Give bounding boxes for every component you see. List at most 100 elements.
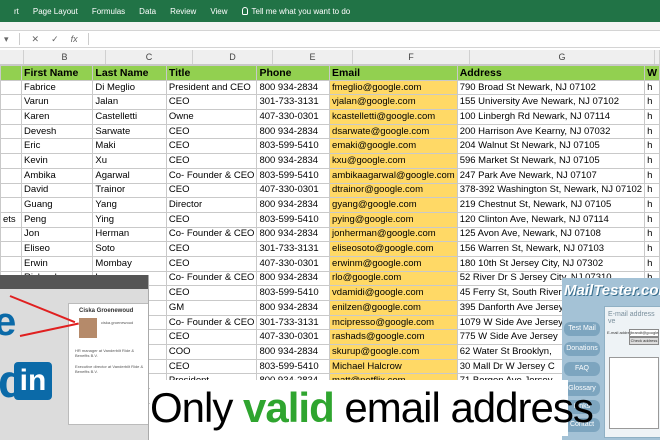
- cell[interactable]: Karen: [21, 109, 94, 125]
- tab-data[interactable]: Data: [139, 7, 156, 16]
- cell[interactable]: h: [644, 197, 660, 213]
- cell[interactable]: emaki@google.com: [329, 138, 458, 155]
- cell[interactable]: CEO: [165, 255, 258, 272]
- cell[interactable]: gyang@google.com: [329, 197, 458, 213]
- cell[interactable]: erwinm@google.com: [329, 255, 458, 272]
- cell[interactable]: Trainor: [92, 182, 167, 199]
- cell[interactable]: 180 10th St Jersey City, NJ 07302: [456, 255, 646, 272]
- column-header-g[interactable]: G: [470, 50, 655, 64]
- cell[interactable]: [0, 153, 23, 169]
- cell[interactable]: [0, 123, 23, 140]
- cell[interactable]: Maki: [92, 138, 167, 155]
- cell[interactable]: h: [644, 138, 660, 155]
- enter-icon[interactable]: ✓: [51, 34, 59, 45]
- cell[interactable]: Varun: [21, 94, 94, 111]
- cell[interactable]: Jon: [21, 226, 94, 243]
- menu-donations[interactable]: Donations: [564, 342, 600, 356]
- cell[interactable]: jonherman@google.com: [329, 226, 458, 243]
- cell[interactable]: 247 Park Ave Newark, NJ 07107: [456, 167, 646, 184]
- tab-review[interactable]: Review: [170, 7, 196, 16]
- formula-input[interactable]: [89, 32, 660, 46]
- column-header-c[interactable]: C: [106, 50, 193, 64]
- cell[interactable]: fmeglio@google.com: [329, 79, 458, 96]
- cell[interactable]: vjalan@google.com: [329, 94, 458, 111]
- cell[interactable]: Devesh: [21, 123, 94, 140]
- cell[interactable]: CEO: [165, 138, 258, 155]
- cell[interactable]: 200 Harrison Ave Kearny, NJ 07032: [456, 123, 646, 140]
- cell[interactable]: David: [21, 182, 94, 199]
- cell[interactable]: Eliseo: [21, 241, 94, 257]
- cell[interactable]: dsarwate@google.com: [329, 123, 458, 140]
- menu-test-mail[interactable]: Test Mail: [564, 322, 600, 336]
- cell[interactable]: h: [644, 211, 660, 228]
- column-header-f[interactable]: F: [353, 50, 470, 64]
- cell[interactable]: rashads@google.com: [329, 329, 458, 346]
- cell[interactable]: Co- Founder & CEO: [165, 226, 258, 243]
- cell[interactable]: CEO: [165, 182, 258, 199]
- cell[interactable]: Co- Founder & CEO: [165, 270, 258, 287]
- cell[interactable]: 803-599-5410: [256, 138, 331, 155]
- cell[interactable]: Jalan: [92, 94, 167, 111]
- tell-me-search[interactable]: Tell me what you want to do: [241, 7, 350, 16]
- cell[interactable]: 800 934-2834: [256, 226, 331, 243]
- cell[interactable]: h: [644, 255, 660, 272]
- cell[interactable]: President and CEO: [165, 79, 258, 96]
- column-header-h[interactable]: [655, 50, 660, 64]
- column-header-a[interactable]: [0, 50, 24, 64]
- header-cell[interactable]: Last Name: [92, 65, 167, 81]
- cell[interactable]: Ambika: [21, 167, 94, 184]
- cell[interactable]: [0, 109, 23, 125]
- cell[interactable]: Owne: [165, 109, 258, 125]
- cell[interactable]: 803-599-5410: [256, 358, 331, 375]
- cell[interactable]: CEO: [165, 241, 258, 257]
- cell[interactable]: 800 934-2834: [256, 300, 331, 316]
- cell[interactable]: CEO: [165, 94, 258, 111]
- cell[interactable]: Sarwate: [92, 123, 167, 140]
- header-cell[interactable]: Title: [165, 65, 258, 81]
- cell[interactable]: 407-330-0301: [256, 182, 331, 199]
- cell[interactable]: 790 Broad St Newark, NJ 07102: [456, 79, 646, 96]
- cell[interactable]: h: [644, 167, 660, 184]
- cell[interactable]: CEO: [165, 329, 258, 346]
- cell[interactable]: Xu: [92, 153, 167, 169]
- column-header-e[interactable]: E: [273, 50, 353, 64]
- cell[interactable]: 800 934-2834: [256, 153, 331, 169]
- cell[interactable]: Peng: [21, 211, 94, 228]
- cell[interactable]: COO: [165, 344, 258, 360]
- cell[interactable]: kcastelletti@google.com: [329, 109, 458, 125]
- cell[interactable]: Mombay: [92, 255, 167, 272]
- cell[interactable]: 301-733-3131: [256, 314, 331, 331]
- fx-icon[interactable]: fx: [71, 34, 78, 44]
- cell[interactable]: 100 Linbergh Rd Newark, NJ 07114: [456, 109, 646, 125]
- cell[interactable]: Fabrice: [21, 79, 94, 96]
- cell[interactable]: h: [644, 226, 660, 243]
- cell[interactable]: 800 934-2834: [256, 344, 331, 360]
- cell[interactable]: 800 934-2834: [256, 270, 331, 287]
- cell[interactable]: 219 Chestnut St, Newark, NJ 07105: [456, 197, 646, 213]
- header-cell[interactable]: Phone: [256, 65, 331, 81]
- cell[interactable]: Co- Founder & CEO: [165, 167, 258, 184]
- cell[interactable]: [0, 197, 23, 213]
- cell[interactable]: [0, 138, 23, 155]
- email-field[interactable]: jbrandt@google.: [629, 329, 659, 337]
- cancel-icon[interactable]: ✕: [32, 34, 40, 45]
- cell[interactable]: h: [644, 79, 660, 96]
- cell[interactable]: Director: [165, 197, 258, 213]
- cell[interactable]: h: [644, 153, 660, 169]
- cell[interactable]: 407-330-0301: [256, 109, 331, 125]
- cell[interactable]: 378-392 Washington St, Newark, NJ 07102: [456, 182, 646, 199]
- cell[interactable]: CEO: [165, 123, 258, 140]
- header-cell[interactable]: W: [644, 65, 660, 81]
- tab-view[interactable]: View: [210, 7, 227, 16]
- cell[interactable]: vdamidi@google.com: [329, 285, 458, 301]
- cell[interactable]: GM: [165, 300, 258, 316]
- cell[interactable]: [0, 167, 23, 184]
- cell[interactable]: h: [644, 182, 660, 199]
- cell[interactable]: 803-599-5410: [256, 285, 331, 301]
- cell[interactable]: skurup@google.com: [329, 344, 458, 360]
- cell[interactable]: 800 934-2834: [256, 79, 331, 96]
- name-box-dropdown-icon[interactable]: ▾: [4, 34, 9, 45]
- column-header-d[interactable]: D: [193, 50, 273, 64]
- cell[interactable]: 301-733-3131: [256, 241, 331, 257]
- header-cell[interactable]: Email: [329, 65, 458, 81]
